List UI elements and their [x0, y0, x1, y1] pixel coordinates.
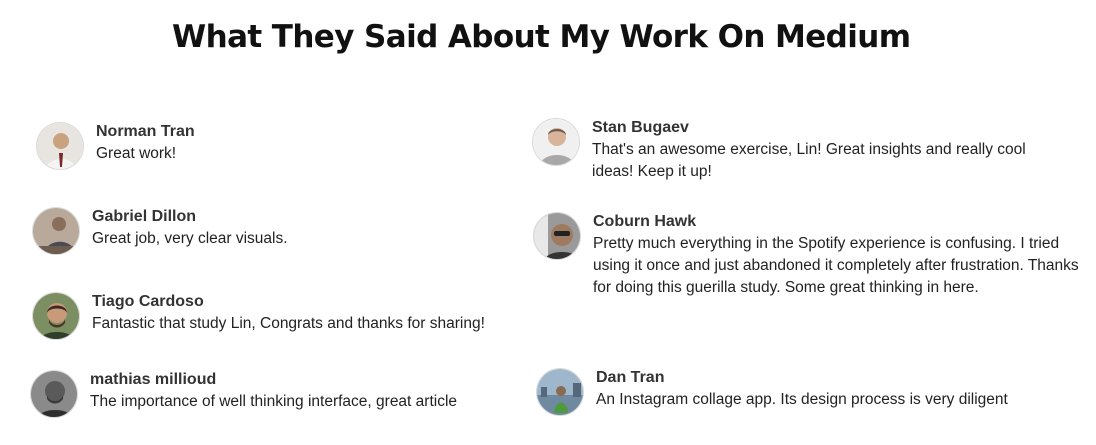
avatar-norman-tran[interactable]: [36, 122, 84, 170]
avatar-tiago-cardoso[interactable]: [32, 292, 80, 340]
avatar-gabriel-dillon[interactable]: [32, 207, 80, 255]
person-avatar-icon: [33, 208, 79, 254]
testimonial-quote: Fantastic that study Lin, Congrats and t…: [92, 315, 485, 332]
testimonial-name[interactable]: mathias millioud: [90, 370, 216, 390]
avatar-coburn-hawk[interactable]: [533, 212, 581, 260]
testimonial-quote: Pretty much everything in the Spotify ex…: [593, 235, 1079, 296]
person-avatar-icon: [534, 213, 580, 259]
testimonial-name[interactable]: Norman Tran: [96, 122, 195, 142]
page-title: What They Said About My Work On Medium: [172, 19, 911, 55]
testimonial-name[interactable]: Gabriel Dillon: [92, 207, 196, 227]
testimonial-quote: That's an awesome exercise, Lin! Great i…: [592, 141, 1026, 180]
avatar-mathias-millioud[interactable]: [30, 370, 78, 418]
testimonial-name[interactable]: Coburn Hawk: [593, 212, 696, 232]
person-avatar-icon: [31, 371, 77, 417]
testimonial-name[interactable]: Stan Bugaev: [592, 118, 689, 138]
testimonial-quote: Great job, very clear visuals.: [92, 230, 288, 247]
testimonial-quote: The importance of well thinking interfac…: [90, 393, 458, 410]
person-avatar-icon: [33, 293, 79, 339]
testimonial-name[interactable]: Dan Tran: [596, 368, 664, 388]
person-avatar-icon: [533, 119, 579, 165]
person-avatar-icon: [37, 123, 83, 169]
avatar-stan-bugaev[interactable]: [532, 118, 580, 166]
person-avatar-icon: [537, 369, 583, 415]
avatar-dan-tran[interactable]: [536, 368, 584, 416]
testimonial-quote: An Instagram collage app. Its design pro…: [596, 391, 1008, 408]
testimonial-quote: Great work!: [96, 145, 177, 162]
testimonial-name[interactable]: Tiago Cardoso: [92, 292, 204, 312]
